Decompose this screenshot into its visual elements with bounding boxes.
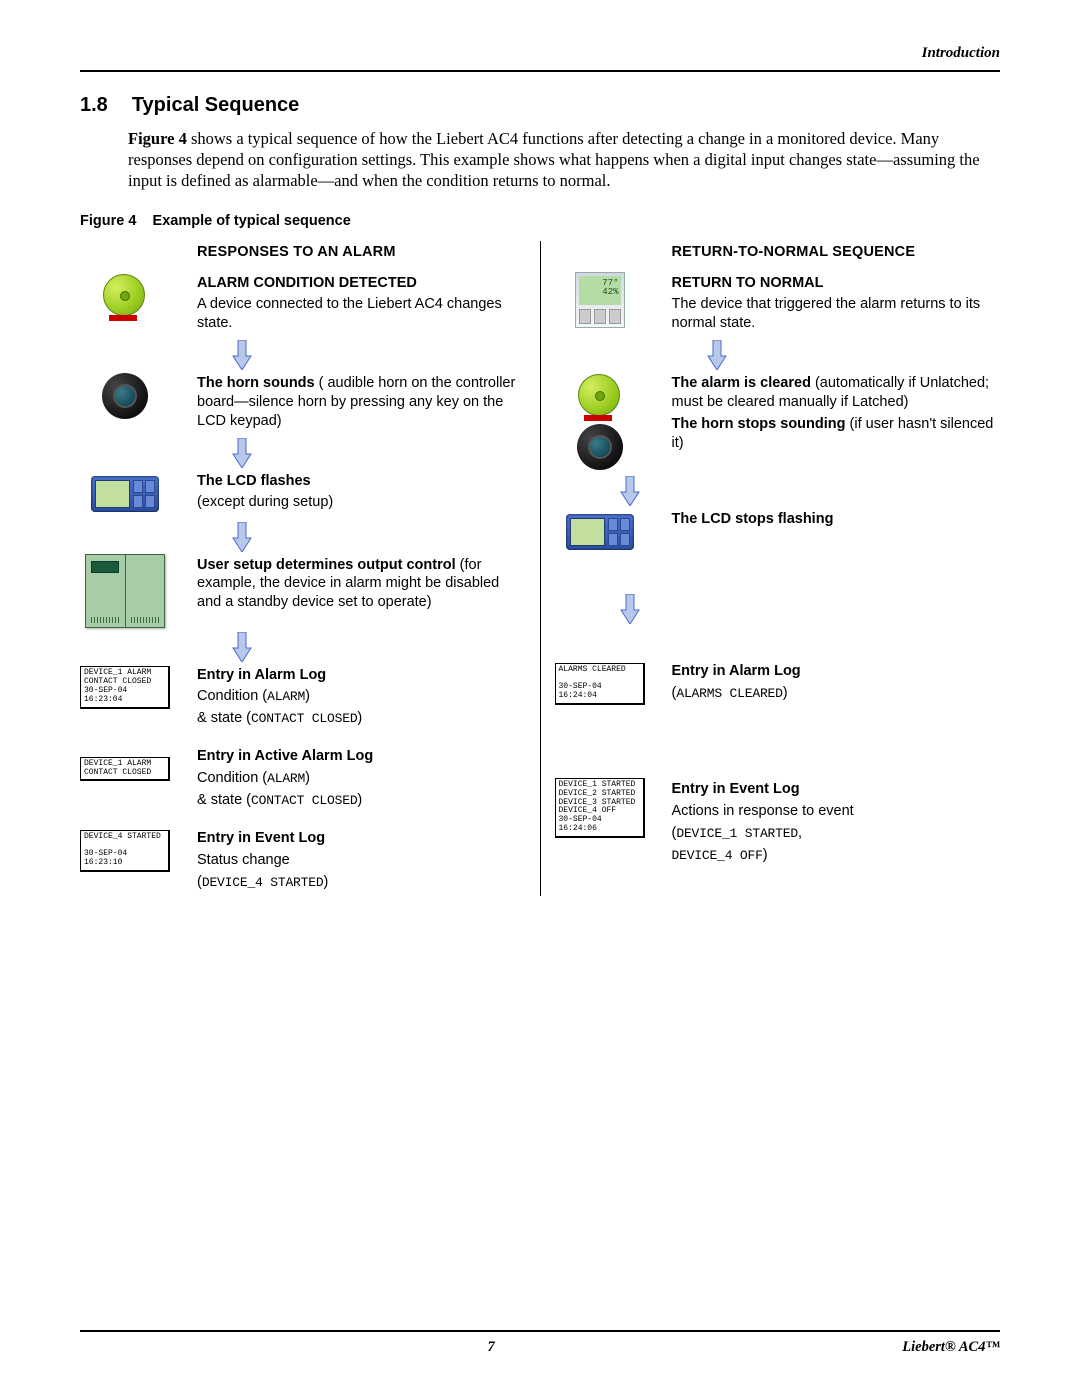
log-box-icon: DEVICE_1 ALARM CONTACT CLOSED: [80, 745, 170, 793]
right-column: RETURN-TO-NORMAL SEQUENCE 77°42% RETURN …: [540, 241, 1001, 897]
right-item-1: The alarm is cleared (automatically if U…: [555, 372, 1001, 472]
product-name: Liebert® AC4™: [902, 1338, 1000, 1357]
section-intro: Figure 4 shows a typical sequence of how…: [128, 128, 1000, 192]
right-item-2: The LCD stops flashing: [555, 508, 1001, 556]
figure-title: Example of typical sequence: [153, 213, 351, 229]
left-column: RESPONSES TO AN ALARM ALARM CONDITION DE…: [80, 241, 540, 897]
chapter-header: Introduction: [80, 44, 1000, 64]
left-1-bold: The horn sounds: [197, 375, 315, 391]
left-item-0: ALARM CONDITION DETECTED A device connec…: [80, 272, 526, 337]
left-6-text: Status change: [197, 851, 526, 870]
left-0-bold: ALARM CONDITION DETECTED: [197, 275, 417, 291]
alarm-light-icon: [80, 272, 170, 320]
right-0-bold: RETURN TO NORMAL: [672, 275, 824, 291]
down-arrow-icon: [197, 436, 287, 470]
right-1-bold-b: The horn stops sounding: [672, 416, 846, 432]
down-arrow-icon: [197, 338, 287, 372]
section-heading: 1.8 Typical Sequence: [80, 92, 1000, 118]
section-title: Typical Sequence: [132, 92, 299, 118]
left-0-text: A device connected to the Liebert AC4 ch…: [197, 295, 526, 333]
log-box-icon: DEVICE_4 STARTED 30-SEP-04 16:23:10: [80, 827, 170, 875]
log-box-icon: DEVICE_1 ALARM CONTACT CLOSED 30-SEP-04 …: [80, 664, 170, 712]
left-item-5: DEVICE_1 ALARM CONTACT CLOSED Entry in A…: [80, 745, 526, 813]
left-2-text: (except during setup): [197, 493, 526, 512]
figure-caption: Figure 4 Example of typical sequence: [80, 212, 1000, 231]
horn-icon: [80, 372, 170, 420]
page-number: 7: [488, 1338, 495, 1357]
right-4-bold: Entry in Alarm Log: [672, 663, 801, 679]
header-rule: [80, 70, 1000, 72]
left-5-bold: Entry in Active Alarm Log: [197, 748, 373, 764]
log-line: ALARMS CLEARED: [559, 666, 640, 675]
left-item-3: User setup determines output control (fo…: [80, 554, 526, 628]
down-arrow-icon: [672, 338, 762, 372]
intro-body: shows a typical sequence of how the Lieb…: [128, 129, 980, 191]
right-column-title: RETURN-TO-NORMAL SEQUENCE: [555, 243, 1001, 262]
thermostat-icon: 77°42%: [555, 272, 645, 328]
down-arrow-icon: [197, 520, 287, 554]
log-line: 30-SEP-04 16:23:04: [84, 687, 165, 705]
figure-label: Figure 4: [80, 213, 136, 229]
log-line: CONTACT CLOSED: [84, 769, 165, 778]
log-line: 30-SEP-04 16:24:04: [559, 683, 640, 701]
log-box-icon: ALARMS CLEARED 30-SEP-04 16:24:04: [555, 660, 645, 708]
right-5-bold: Entry in Event Log: [672, 781, 800, 797]
light-horn-combo-icon: [555, 372, 645, 472]
log-box-icon: DEVICE_1 STARTED DEVICE_2 STARTED DEVICE…: [555, 778, 645, 838]
right-item-5: DEVICE_1 STARTED DEVICE_2 STARTED DEVICE…: [555, 778, 1001, 867]
left-item-2: The LCD flashes (except during setup): [80, 470, 526, 518]
log-line: 30-SEP-04 16:24:06: [559, 816, 640, 834]
right-1-bold-a: The alarm is cleared: [672, 375, 811, 391]
figure-ref: Figure 4: [128, 129, 187, 148]
left-3-bold: User setup determines output control: [197, 557, 456, 573]
left-item-4: DEVICE_1 ALARM CONTACT CLOSED 30-SEP-04 …: [80, 664, 526, 732]
right-item-0: 77°42% RETURN TO NORMAL The device that …: [555, 272, 1001, 337]
left-column-title: RESPONSES TO AN ALARM: [80, 243, 526, 262]
down-arrow-icon: [197, 630, 287, 664]
down-arrow-icon: [585, 592, 675, 626]
log-line: DEVICE_4 STARTED: [84, 833, 165, 842]
document-page: Introduction 1.8 Typical Sequence Figure…: [0, 0, 1080, 1397]
device-icon: [80, 554, 170, 628]
right-0-text: The device that triggered the alarm retu…: [672, 295, 1001, 333]
lcd-icon: [555, 508, 645, 556]
down-arrow-icon: [585, 474, 675, 508]
right-5-text: Actions in response to event: [672, 802, 1001, 821]
left-4-bold: Entry in Alarm Log: [197, 667, 326, 683]
figure-columns: RESPONSES TO AN ALARM ALARM CONDITION DE…: [80, 241, 1000, 897]
left-item-1: The horn sounds ( audible horn on the co…: [80, 372, 526, 434]
left-6-bold: Entry in Event Log: [197, 830, 325, 846]
right-2-bold: The LCD stops flashing: [672, 511, 834, 527]
left-2-bold: The LCD flashes: [197, 473, 311, 489]
page-footer: 7 Liebert® AC4™: [80, 1330, 1000, 1357]
log-line: 30-SEP-04 16:23:10: [84, 850, 165, 868]
section-number: 1.8: [80, 92, 108, 118]
lcd-icon: [80, 470, 170, 518]
left-item-6: DEVICE_4 STARTED 30-SEP-04 16:23:10 Entr…: [80, 827, 526, 895]
right-item-4: ALARMS CLEARED 30-SEP-04 16:24:04 Entry …: [555, 660, 1001, 708]
